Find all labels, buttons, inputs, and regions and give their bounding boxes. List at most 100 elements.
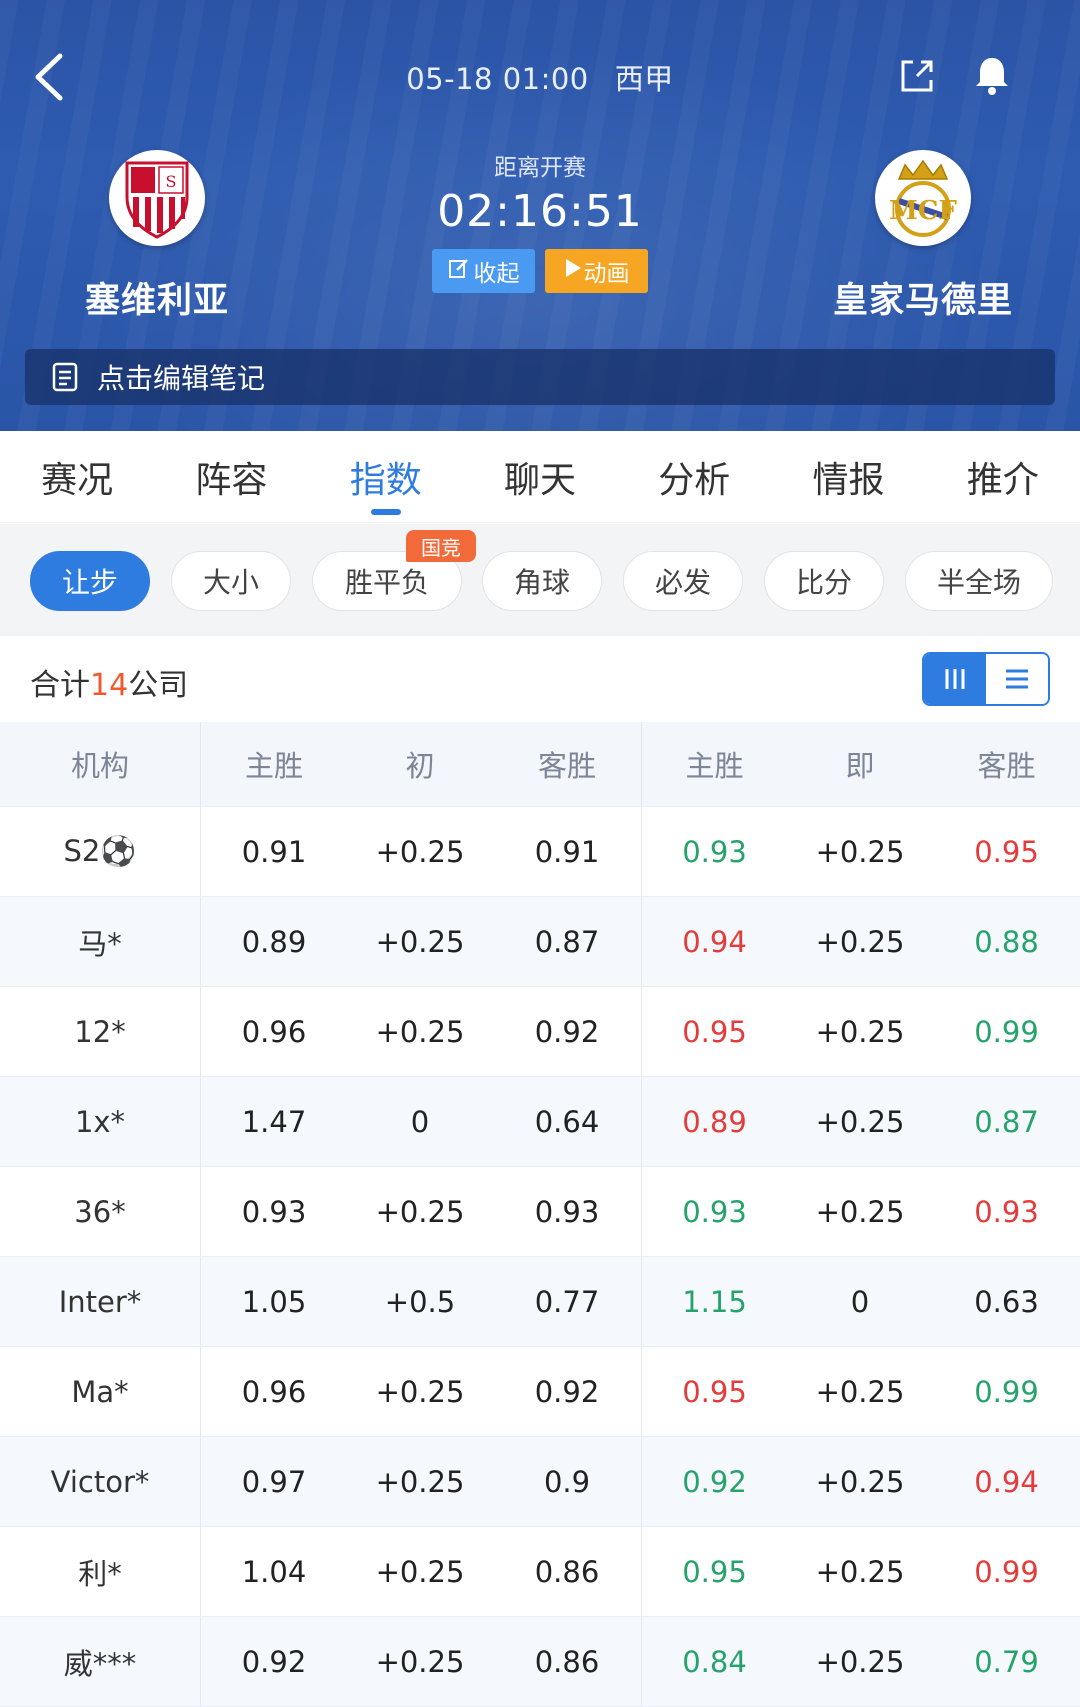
subtab-betfair[interactable]: 必发 <box>623 551 743 611</box>
company-cell: 马* <box>0 897 201 986</box>
init-away-odds: 0.77 <box>534 1284 600 1319</box>
match-datetime: 05-18 01:00 <box>406 62 589 96</box>
live-home-odds: 0.94 <box>641 897 787 986</box>
live-handicap: +0.25 <box>815 924 905 959</box>
init-handicap: +0.25 <box>375 1554 465 1589</box>
home-team-name: 塞维利亚 <box>84 281 229 321</box>
subtab-corners[interactable]: 角球 <box>482 551 602 611</box>
init-handicap: +0.25 <box>375 1014 465 1049</box>
tab-label: 阵容 <box>195 460 268 501</box>
live-handicap: +0.25 <box>815 1644 905 1679</box>
table-row[interactable]: Inter* 1.05 +0.5 0.77 1.15 0 0.63 <box>0 1257 1080 1347</box>
subtab-label: 必发 <box>654 566 711 599</box>
tab-match-status[interactable]: 赛况 <box>0 431 154 522</box>
init-away-odds: 0.93 <box>534 1194 600 1229</box>
table-row[interactable]: 1x* 1.47 0 0.64 0.89 +0.25 0.87 <box>0 1077 1080 1167</box>
subtab-label: 角球 <box>513 566 570 599</box>
tab-label: 聊天 <box>503 460 576 501</box>
init-away-odds: 0.86 <box>534 1644 600 1679</box>
subtab-half-full[interactable]: 半全场 <box>905 551 1053 611</box>
table-row[interactable]: 威*** 0.92 +0.25 0.86 0.84 +0.25 0.79 <box>0 1617 1080 1707</box>
table-row[interactable]: Victor* 0.97 +0.25 0.9 0.92 +0.25 0.94 <box>0 1437 1080 1527</box>
live-away-odds: 0.87 <box>974 1104 1039 1139</box>
tab-analysis[interactable]: 分析 <box>617 431 771 522</box>
share-icon[interactable] <box>897 56 937 96</box>
tab-label: 情报 <box>812 460 885 501</box>
live-home-odds: 0.95 <box>641 1347 787 1436</box>
init-home-odds: 1.04 <box>241 1554 307 1589</box>
company-cell: 36* <box>0 1167 201 1256</box>
subtab-over-under[interactable]: 大小 <box>171 551 291 611</box>
live-handicap: +0.25 <box>815 1374 905 1409</box>
tab-chat[interactable]: 聊天 <box>463 431 617 522</box>
init-home-odds: 0.97 <box>241 1464 307 1499</box>
column-view-icon[interactable] <box>924 654 986 704</box>
countdown-time: 02:16:51 <box>437 186 643 237</box>
total-prefix: 合计 <box>30 668 90 703</box>
note-icon <box>51 362 79 392</box>
init-home-odds: 1.05 <box>241 1284 307 1319</box>
total-count: 14 <box>90 668 129 703</box>
view-toggle[interactable] <box>922 652 1050 706</box>
init-away-odds: 0.86 <box>534 1554 600 1589</box>
bell-icon[interactable] <box>972 54 1012 96</box>
countdown: 距离开赛 02:16:51 收起 动画 <box>340 148 740 293</box>
live-away-odds: 0.79 <box>974 1644 1039 1679</box>
subtab-label: 胜平负 <box>344 566 429 599</box>
animation-button[interactable]: 动画 <box>545 249 648 293</box>
table-row[interactable]: 马* 0.89 +0.25 0.87 0.94 +0.25 0.88 <box>0 897 1080 987</box>
live-handicap: +0.25 <box>815 1014 905 1049</box>
subtab-label: 大小 <box>202 566 259 599</box>
away-team-name: 皇家马德里 <box>832 281 1013 321</box>
init-handicap: 0 <box>410 1104 430 1139</box>
table-row[interactable]: S2⚽ 0.91 +0.25 0.91 0.93 +0.25 0.95 <box>0 807 1080 897</box>
header-init-away: 客胜 <box>537 749 596 783</box>
init-home-odds: 1.47 <box>241 1104 307 1139</box>
live-home-odds: 0.93 <box>641 1167 787 1256</box>
table-row[interactable]: 12* 0.96 +0.25 0.92 0.95 +0.25 0.99 <box>0 987 1080 1077</box>
company-total: 合计14公司 <box>30 660 188 704</box>
tab-odds[interactable]: 指数 <box>309 431 463 522</box>
collapse-button[interactable]: 收起 <box>432 249 535 293</box>
company-cell: 12* <box>0 987 201 1076</box>
edit-note-bar[interactable]: 点击编辑笔记 <box>25 349 1055 405</box>
live-home-odds: 0.95 <box>641 987 787 1076</box>
live-home-odds: 0.89 <box>641 1077 787 1166</box>
subtab-badge: 国竞 <box>406 530 476 562</box>
tab-intel[interactable]: 情报 <box>771 431 925 522</box>
live-home-odds: 0.92 <box>641 1437 787 1526</box>
init-home-odds: 0.89 <box>241 924 307 959</box>
table-row[interactable]: Ma* 0.96 +0.25 0.92 0.95 +0.25 0.99 <box>0 1347 1080 1437</box>
header-live-home: 主胜 <box>641 722 787 806</box>
subtab-label: 让步 <box>61 566 118 599</box>
list-view-icon[interactable] <box>986 654 1048 704</box>
company-cell: S2⚽ <box>0 807 201 896</box>
subtab-correct-score[interactable]: 比分 <box>764 551 884 611</box>
tab-recommend[interactable]: 推介 <box>926 431 1080 522</box>
init-handicap: +0.25 <box>375 1194 465 1229</box>
top-bar: 05-18 01:00 西甲 <box>0 40 1080 110</box>
live-away-odds: 0.93 <box>974 1194 1039 1229</box>
table-row[interactable]: 利* 1.04 +0.25 0.86 0.95 +0.25 0.99 <box>0 1527 1080 1617</box>
init-away-odds: 0.91 <box>534 834 600 869</box>
table-row[interactable]: 36* 0.93 +0.25 0.93 0.93 +0.25 0.93 <box>0 1167 1080 1257</box>
home-team[interactable]: S 塞维利亚 <box>27 150 287 323</box>
init-away-odds: 0.64 <box>534 1104 600 1139</box>
init-handicap: +0.25 <box>375 834 465 869</box>
live-away-odds: 0.99 <box>974 1554 1039 1589</box>
home-team-crest: S <box>109 150 205 246</box>
init-home-odds: 0.92 <box>241 1644 307 1679</box>
tab-lineup[interactable]: 阵容 <box>154 431 308 522</box>
live-home-odds: 0.95 <box>641 1527 787 1616</box>
total-suffix: 公司 <box>128 668 189 703</box>
company-cell: Victor* <box>0 1437 201 1526</box>
subtab-handicap[interactable]: 让步 <box>30 551 150 611</box>
init-away-odds: 0.87 <box>534 924 600 959</box>
init-handicap: +0.25 <box>375 1374 465 1409</box>
away-team[interactable]: MCF 皇家马德里 <box>793 150 1053 323</box>
live-away-odds: 0.99 <box>974 1374 1039 1409</box>
tab-label: 分析 <box>658 460 731 501</box>
init-home-odds: 0.91 <box>241 834 307 869</box>
collapse-label: 收起 <box>473 261 520 287</box>
live-away-odds: 0.63 <box>974 1284 1039 1319</box>
